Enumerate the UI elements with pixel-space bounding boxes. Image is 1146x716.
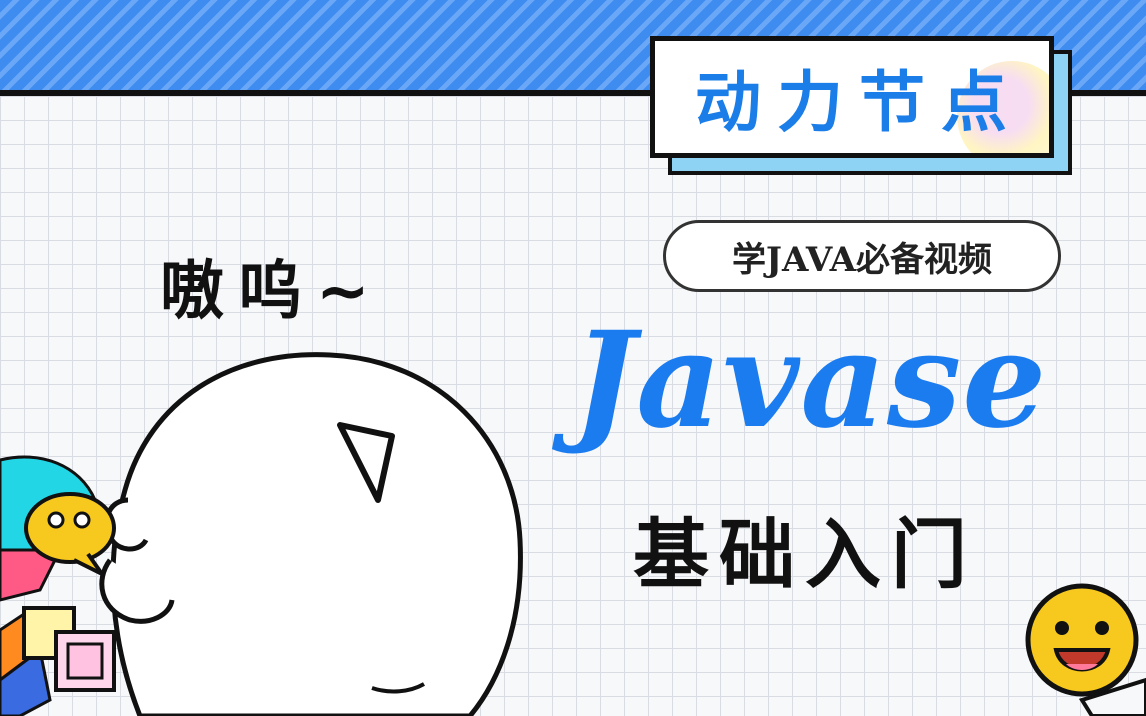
left-decoration <box>0 455 116 716</box>
cartoon-mascot-icon <box>99 352 523 716</box>
smiley-face-icon <box>1025 583 1146 716</box>
